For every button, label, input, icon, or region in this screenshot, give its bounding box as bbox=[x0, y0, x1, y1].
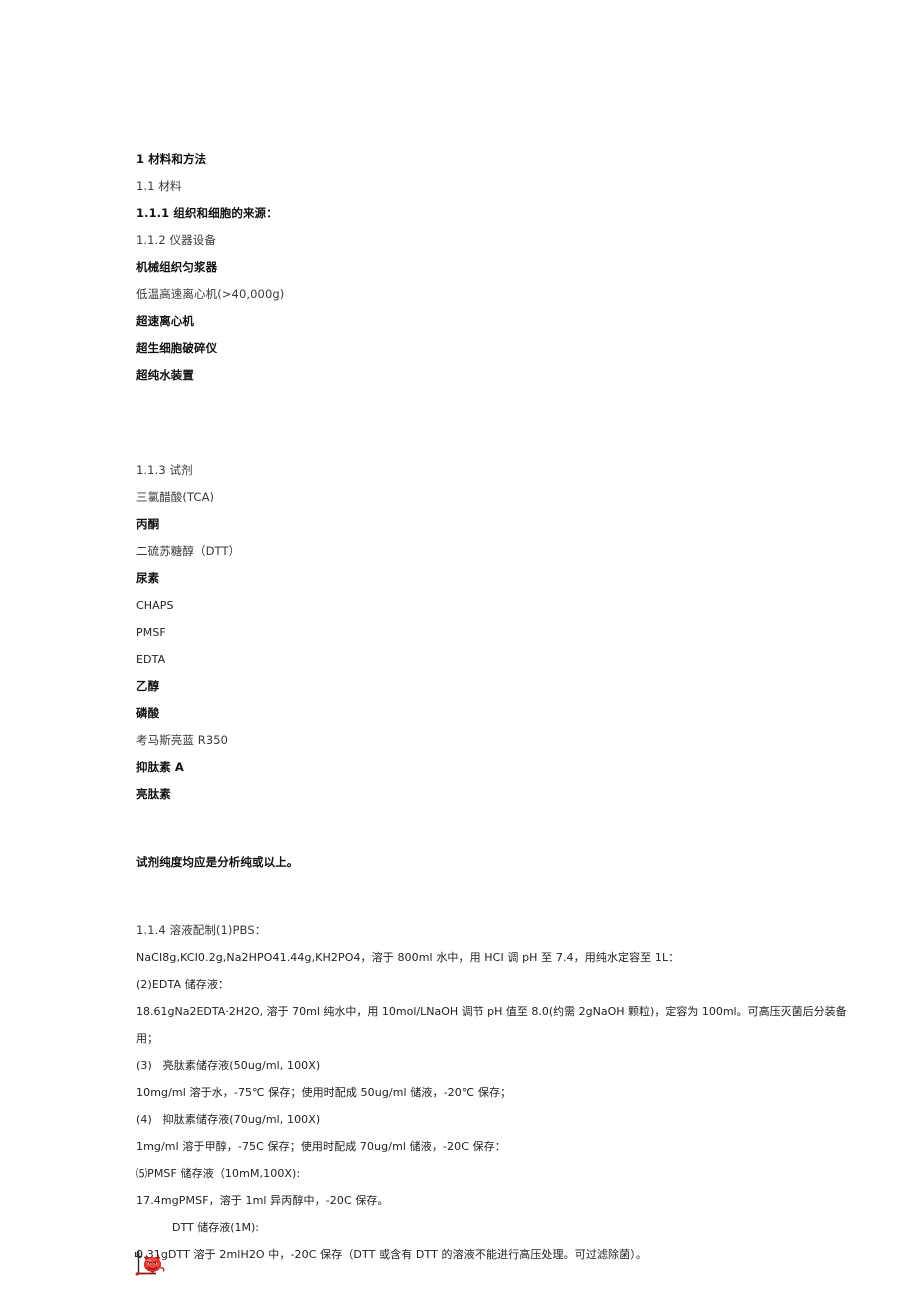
reagent-item: 考马斯亮蓝 R350 bbox=[136, 733, 229, 747]
solution-edta-recipe-continued: 用； bbox=[136, 1032, 158, 1045]
reagent-item: 亮肽素 bbox=[136, 787, 171, 801]
solution-edta-title: (2)EDTA 储存液： bbox=[136, 978, 230, 991]
solution-leupeptin-recipe: 10mg/ml 溶于水，-75℃ 保存；使用时配成 50ug/ml 储液，-20… bbox=[136, 1086, 512, 1099]
equipment-item: 超速离心机 bbox=[136, 314, 194, 328]
heading-1-1-3: 1.1.3 试剂 bbox=[136, 463, 193, 477]
reagent-item: 抑肽素 A bbox=[136, 760, 184, 774]
solution-pmsf-recipe: 17.4mgPMSF，溶于 1ml 异丙醇中，-20C 保存。 bbox=[136, 1194, 389, 1207]
heading-1-1: 1.1 材料 bbox=[136, 179, 182, 193]
dtt-heading-row: DTT 储存液(1M): bbox=[134, 1214, 876, 1276]
solution-pmsf-title: ⑸PMSF 储存液（10mM,100X): bbox=[136, 1167, 301, 1180]
heading-1-1-1: 1.1.1 组织和细胞的来源： bbox=[136, 206, 278, 220]
document-body: 1 材料和方法 1.1 材料 1.1.1 组织和细胞的来源： 1.1.2 仪器设… bbox=[134, 146, 876, 1276]
solution-pepstatin-recipe: 1mg/ml 溶于甲醇，-75C 保存；使用时配成 70ug/ml 储液，-20… bbox=[136, 1140, 506, 1153]
reagent-item: CHAPS bbox=[136, 599, 174, 612]
equipment-item: 机械组织匀浆器 bbox=[136, 260, 218, 274]
solution-pbs-recipe: NaCI8g,KCI0.2g,Na2HPO41.44g,KH2PO4，溶于 80… bbox=[136, 951, 680, 964]
red-devil-emoticon-icon bbox=[134, 1196, 170, 1276]
dtt-recipe: 0.31gDTT 溶于 2mlH2O 中，-20C 保存（DTT 或含有 DTT… bbox=[136, 1248, 647, 1261]
reagent-item: EDTA bbox=[136, 653, 166, 666]
reagent-item: 磷酸 bbox=[136, 706, 160, 720]
solution-leupeptin-title: (3) 亮肽素储存液(50ug/ml, 100X) bbox=[136, 1059, 321, 1072]
reagent-item: 尿素 bbox=[136, 571, 160, 585]
reagent-item: 乙醇 bbox=[136, 679, 160, 693]
purity-note: 试剂纯度均应是分析纯或以上。 bbox=[136, 855, 299, 869]
reagent-item: 丙酮 bbox=[136, 517, 160, 531]
reagent-item: 三氯醋酸(TCA) bbox=[136, 490, 215, 504]
document-page: 1 材料和方法 1.1 材料 1.1.1 组织和细胞的来源： 1.1.2 仪器设… bbox=[0, 0, 920, 1302]
heading-1-1-4: 1.1.4 溶液配制(1)PBS： bbox=[136, 923, 267, 937]
heading-1-1-2: 1.1.2 仪器设备 bbox=[136, 233, 216, 247]
reagent-item: 二硫苏糖醇（DTT） bbox=[136, 544, 241, 558]
equipment-item: 超纯水装置 bbox=[136, 368, 194, 382]
page-title: 1 材料和方法 bbox=[136, 152, 207, 166]
equipment-item: 超生细胞破碎仪 bbox=[136, 341, 218, 355]
solution-edta-recipe: 18.61gNa2EDTA·2H2O, 溶于 70ml 纯水中，用 10mol/… bbox=[136, 1005, 847, 1018]
solution-pepstatin-title: (4) 抑肽素储存液(70ug/ml, 100X) bbox=[136, 1113, 321, 1126]
reagent-item: PMSF bbox=[136, 626, 166, 639]
dtt-stock-label: DTT 储存液(1M): bbox=[172, 1221, 259, 1234]
equipment-item: 低温高速离心机(>40,000g) bbox=[136, 287, 285, 301]
